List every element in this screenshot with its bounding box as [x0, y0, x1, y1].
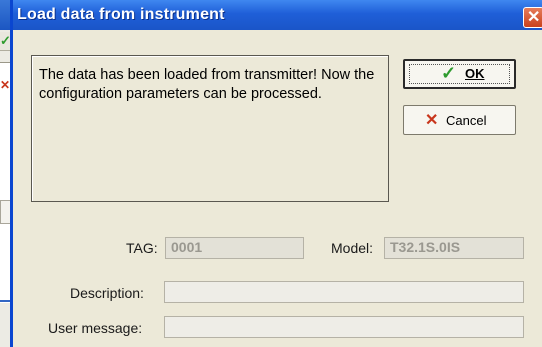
user-message-field[interactable]	[164, 316, 524, 338]
ok-button[interactable]: ✓ OK	[403, 59, 516, 89]
description-label: Description:	[70, 285, 144, 301]
message-text: The data has been loaded from transmitte…	[39, 67, 375, 102]
close-button[interactable]: ✕	[523, 7, 542, 28]
load-data-dialog: Load data from instrument ✕ The data has…	[10, 0, 542, 347]
close-icon: ✕	[527, 9, 541, 26]
ok-button-focus-rect	[409, 64, 510, 84]
ok-button-label: OK	[465, 66, 485, 81]
description-field[interactable]	[164, 281, 524, 303]
x-icon: ✕	[425, 112, 439, 129]
model-label: Model:	[331, 240, 374, 256]
dialog-title: Load data from instrument	[17, 6, 225, 23]
message-box: The data has been loaded from transmitte…	[31, 55, 389, 202]
tag-label: TAG:	[126, 240, 158, 256]
model-field[interactable]: T32.1S.0IS	[384, 237, 524, 259]
check-icon: ✓	[441, 63, 457, 83]
user-message-label: User message:	[48, 320, 143, 336]
cancel-button-label: Cancel	[446, 113, 487, 128]
tag-field[interactable]: 0001	[165, 237, 304, 259]
x-icon: ✕	[0, 78, 11, 92]
dialog-titlebar[interactable]: Load data from instrument ✕	[13, 0, 542, 30]
cancel-button[interactable]: ✕ Cancel	[403, 105, 516, 135]
